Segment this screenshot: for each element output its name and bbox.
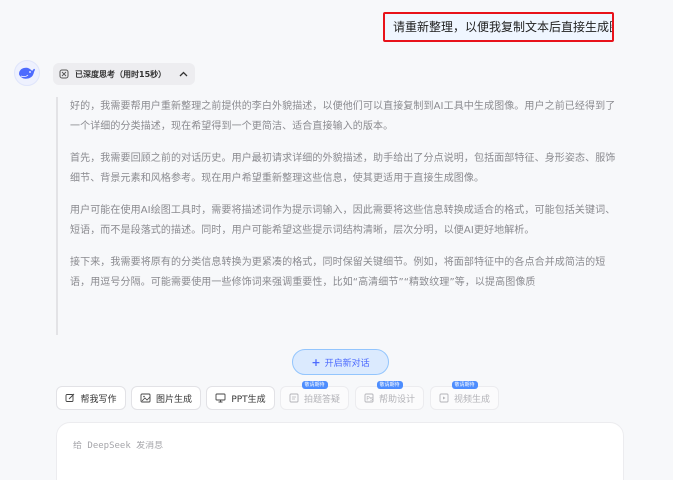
tool-photo-question-button[interactable]: 敬请期待 拍题答疑 <box>280 381 349 410</box>
tool-ppt-button[interactable]: PPT生成 <box>206 386 275 410</box>
video-icon <box>439 393 449 403</box>
tool-label: 图片生成 <box>155 394 192 405</box>
new-chat-label: 开启新对话 <box>324 358 370 369</box>
thinking-label: 已深度思考（用时15秒） <box>75 69 167 79</box>
tool-label: 拍题答疑 <box>303 394 340 405</box>
camera-icon <box>289 393 299 403</box>
design-icon: Ps <box>364 393 374 403</box>
image-icon <box>140 393 151 403</box>
thinking-icon <box>59 69 69 79</box>
new-chat-button[interactable]: + 开启新对话 <box>292 349 389 375</box>
tool-label: PPT生成 <box>231 394 266 405</box>
tool-label: 帮我写作 <box>80 394 117 405</box>
svg-text:Ps: Ps <box>366 396 373 403</box>
thinking-paragraph: 好的，我需要帮用户重新整理之前提供的李白外貌描述，以便他们可以直接复制到AI工具… <box>70 101 616 132</box>
message-input[interactable] <box>73 441 607 451</box>
coming-soon-badge: 敬请期待 <box>376 381 403 389</box>
pen-icon <box>66 393 75 402</box>
coming-soon-badge: 敬请期待 <box>451 381 478 389</box>
deepseek-whale-icon <box>19 67 35 79</box>
tool-writing-button[interactable]: 帮我写作 <box>56 386 126 410</box>
deep-thinking-toggle[interactable]: 已深度思考（用时15秒） <box>53 63 195 85</box>
message-composer <box>56 422 624 480</box>
presentation-icon <box>215 393 226 403</box>
coming-soon-badge: 敬请期待 <box>301 381 328 389</box>
thinking-paragraph: 接下来，我需要将原有的分类信息转换为更紧凑的格式，同时保留关键细节。例如，将面部… <box>70 257 606 288</box>
plus-icon: + <box>311 355 321 369</box>
thinking-content: 好的，我需要帮用户重新整理之前提供的李白外貌描述，以便他们可以直接复制到AI工具… <box>56 97 622 335</box>
thinking-paragraph: 首先，我需要回顾之前的对话历史。用户最初请求详细的外貌描述，助手给出了分点说明，… <box>70 153 616 184</box>
tool-label: 视频生成 <box>453 394 490 405</box>
user-message: 请重新整理，以便我复制文本后直接生成图像 <box>383 12 614 42</box>
tool-video-button[interactable]: 敬请期待 视频生成 <box>430 381 499 410</box>
tool-design-button[interactable]: 敬请期待 Ps 帮助设计 <box>355 381 424 410</box>
tool-label: 帮助设计 <box>378 394 415 405</box>
deepseek-avatar <box>14 60 40 86</box>
chevron-up-icon[interactable] <box>179 71 188 77</box>
thinking-paragraph: 用户可能在使用AI绘图工具时，需要将描述词作为提示词输入，因此需要将这些信息转换… <box>70 205 616 236</box>
tool-image-button[interactable]: 图片生成 <box>131 386 201 410</box>
